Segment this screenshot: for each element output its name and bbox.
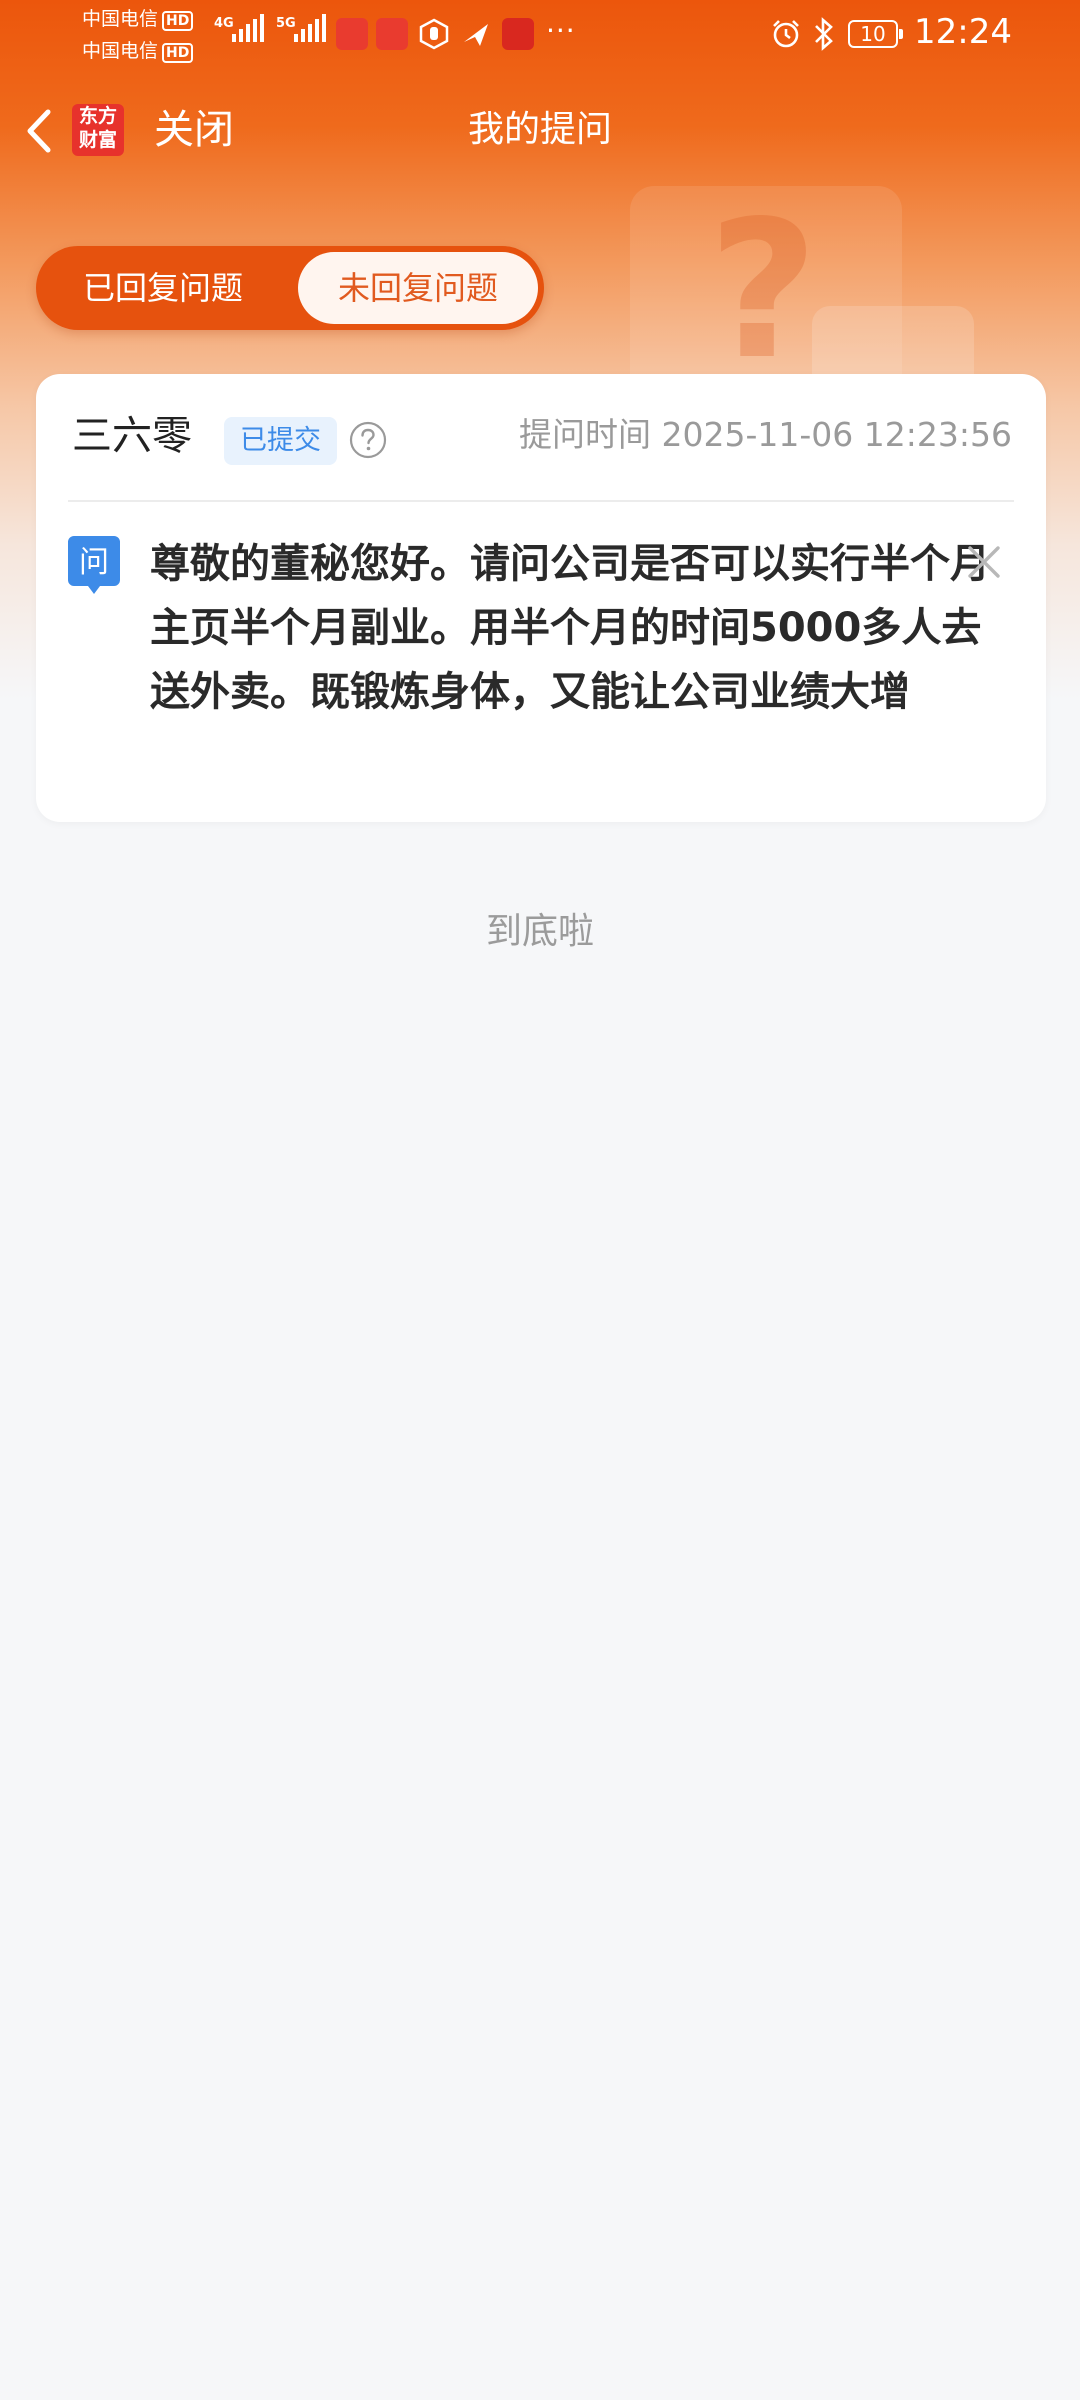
more-notifications-icon: ··· [546,14,576,47]
carrier-2: 中国电信 HD [82,40,194,63]
question-tag-label: 问 [79,545,109,580]
question-card: 三六零 已提交 提问时间 2025-11-06 12:23:56 问 尊敬的董秘… [36,374,1046,822]
status-time: 12:24 [914,12,1012,52]
hd-badge-2: HD [162,43,194,63]
status-badge: 已提交 [224,417,337,465]
delete-question-icon[interactable] [964,542,1004,582]
question-time: 提问时间 2025-11-06 12:23:56 [519,415,1012,454]
network-type-1: 4G [214,16,234,31]
hd-badge-1: HD [162,11,194,31]
app-notification-1-icon [336,18,368,50]
tab-unreplied[interactable]: 未回复问题 [298,252,538,324]
app-notification-2-icon [376,18,408,50]
question-tabs: 已回复问题 未回复问题 [36,246,544,330]
company-name[interactable]: 三六零 [72,412,192,460]
carrier-1: 中国电信 HD [82,8,194,31]
alarm-icon [773,20,799,48]
end-of-list-label: 到底啦 [485,911,594,952]
screen: ? 中国电信 HD 中国电信 HD 4G 5G ··· 10 12:24 东方财… [0,0,1080,2400]
back-arrow-icon[interactable] [18,104,62,158]
question-content: 尊敬的董秘您好。请问公司是否可以实行半个月主页半个月副业。用半个月的时间5000… [150,541,990,715]
paper-plane-icon [464,24,488,46]
battery-tip [899,29,903,39]
help-icon[interactable] [348,420,388,460]
hand-stop-icon [419,18,449,50]
battery-icon: 10 [848,20,898,48]
signal-1-icon [232,14,264,42]
network-type-2: 5G [276,16,296,31]
app-notification-3-icon [502,18,534,50]
close-button[interactable]: 关闭 [154,104,234,156]
card-divider [68,500,1014,502]
status-bar: 中国电信 HD 中国电信 HD 4G 5G ··· 10 12:24 [0,0,1080,72]
tab-replied[interactable]: 已回复问题 [36,246,290,330]
app-logo-icon: 东方财富 [72,104,124,156]
end-of-list-wrap: 到底啦 [0,902,1080,954]
page-title: 我的提问 [467,109,612,150]
signal-2-icon [294,14,326,42]
carrier-1-label: 中国电信 [82,8,159,30]
bluetooth-icon [815,17,833,51]
question-mark-illustration-icon: ? [708,180,819,401]
carrier-2-label: 中国电信 [82,40,159,62]
question-tag-icon: 问 [68,536,120,594]
